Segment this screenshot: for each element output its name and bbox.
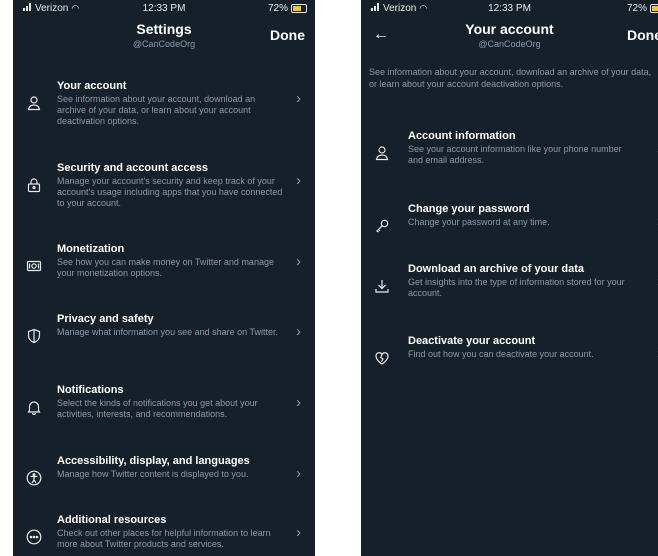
lock-icon <box>27 178 41 193</box>
nav-header: Settings @CanCodeOrg Done <box>13 18 315 58</box>
item-title: Deactivate your account <box>408 335 536 347</box>
intro-text: See information about your account, down… <box>369 67 652 89</box>
item-title: Security and account access <box>57 162 209 174</box>
nav-header: ← Your account @CanCodeOrg Done <box>361 18 658 58</box>
item-description: See information about your account, down… <box>57 94 256 126</box>
item-description: Manage your account's security and keep … <box>57 176 283 208</box>
chevron-right-icon: › <box>296 465 301 482</box>
item-title: Additional resources <box>57 514 167 526</box>
battery-label: 72% <box>267 3 288 14</box>
bell-icon <box>27 401 41 415</box>
chevron-right-icon: › <box>296 253 301 270</box>
download-icon <box>375 280 389 293</box>
settings-screen: Verizon ◠ 12:33 PM 72% Settings @CanCodeO… <box>13 0 315 556</box>
your-account-screen: Verizon ◠ 12:33 PM 72% ← Your account @Ca… <box>361 0 658 556</box>
item-title: Privacy and safety <box>57 313 154 325</box>
item-title: Change your password <box>408 203 530 215</box>
item-title: Monetization <box>57 243 125 255</box>
item-title: Your account <box>57 80 127 92</box>
item-description: Find out how you can deactivate your acc… <box>408 349 594 359</box>
page-title: Your account <box>465 21 554 37</box>
more-icon <box>26 529 42 545</box>
chevron-right-icon: › <box>296 394 301 411</box>
battery-icon <box>650 4 658 13</box>
battery: 72% <box>268 3 307 14</box>
item-description: See your account information like your p… <box>408 144 622 165</box>
item-description: Check out other places for helpful infor… <box>57 528 271 549</box>
chevron-right-icon: › <box>296 172 301 189</box>
item-title: Download an archive of your data <box>408 263 585 275</box>
page-subtitle: @CanCodeOrg <box>478 39 541 49</box>
item-description: Get insights into the type of informatio… <box>408 277 625 298</box>
item-title: Accessibility, display, and languages <box>57 455 250 467</box>
chevron-right-icon: › <box>296 90 301 107</box>
chevron-right-icon: › <box>296 524 301 541</box>
clock: 12:33 PM <box>488 3 531 14</box>
shield-icon <box>27 328 41 344</box>
status-bar: Verizon ◠ 12:33 PM 72% <box>13 0 315 18</box>
broken-heart-icon <box>375 352 389 365</box>
done-button[interactable]: Done <box>627 27 658 43</box>
chevron-right-icon: › <box>296 323 301 340</box>
status-bar: Verizon ◠ 12:33 PM 72% <box>361 0 658 18</box>
item-description: Change your password at any time. <box>408 217 550 227</box>
item-title: Account information <box>408 130 516 142</box>
item-description: See how you can make money on Twitter an… <box>57 257 274 278</box>
done-button[interactable]: Done <box>270 27 305 43</box>
item-title: Notifications <box>57 384 124 396</box>
person-icon <box>27 96 41 111</box>
key-icon <box>376 219 389 233</box>
item-description: Manage how Twitter content is displayed … <box>57 469 249 479</box>
accessibility-icon <box>26 470 42 486</box>
battery: 72% <box>627 3 658 14</box>
item-description: Select the kinds of notifications you ge… <box>57 398 258 419</box>
battery-icon <box>291 4 307 13</box>
person-icon <box>375 146 389 161</box>
item-description: Manage what information you see and shar… <box>57 327 278 337</box>
battery-label: 72% <box>626 3 647 14</box>
money-icon <box>26 260 42 272</box>
